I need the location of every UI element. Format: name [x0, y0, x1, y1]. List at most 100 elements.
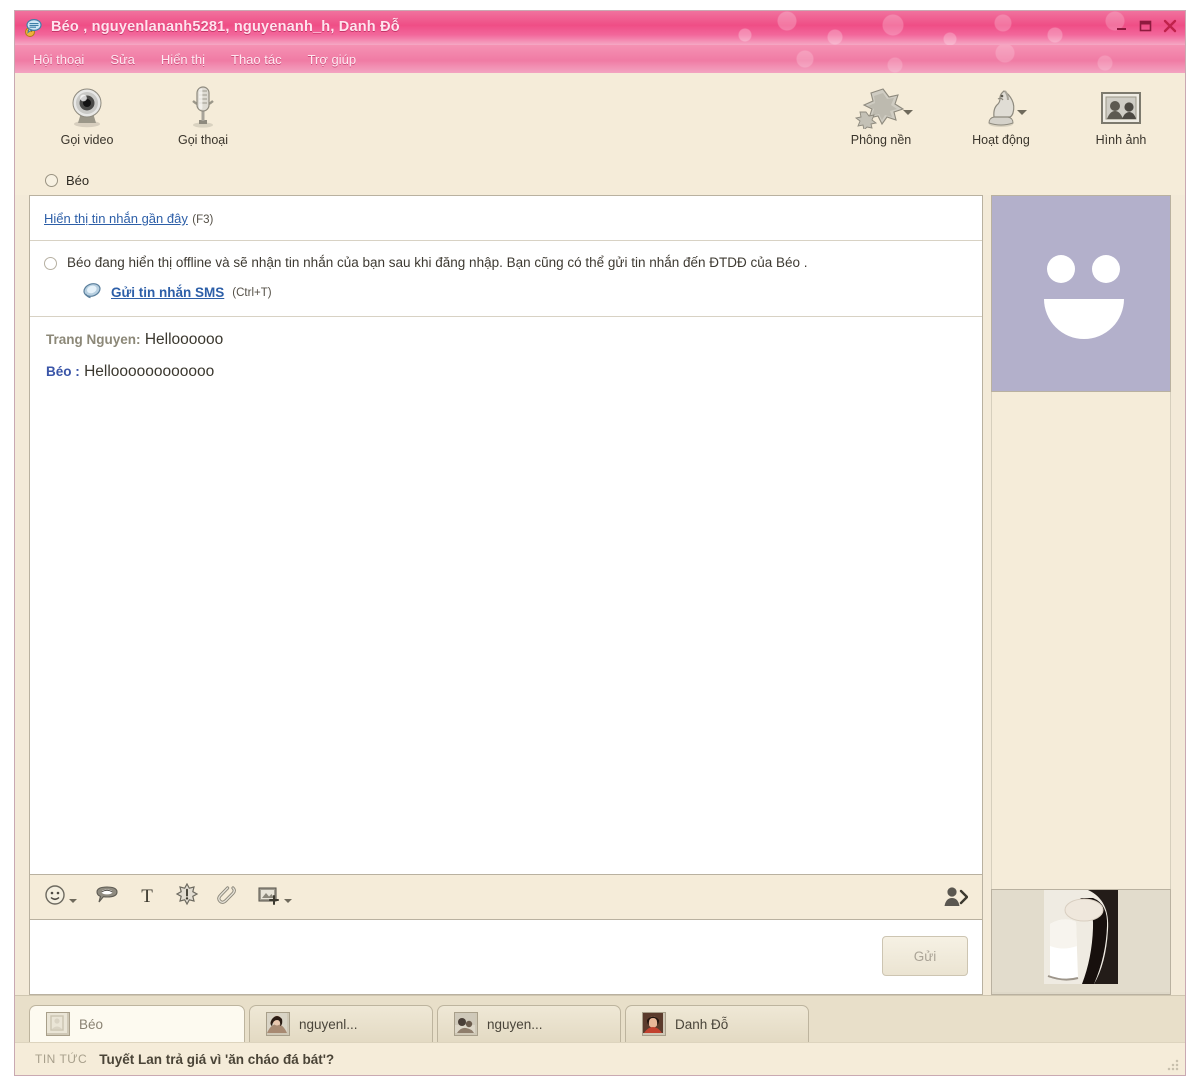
message-text: Helloooooooooooo [84, 363, 214, 380]
menu-item-edit[interactable]: Sửa [110, 52, 135, 67]
invite-contact-icon [942, 896, 968, 913]
images-label: Hình ảnh [1096, 133, 1147, 147]
message-list: Trang Nguyen: Helloooooo Béo : Hellooooo… [30, 317, 982, 381]
menu-item-view[interactable]: Hiển thị [161, 52, 205, 67]
conversation-body: Hiển thị tin nhắn gần đây (F3) Béo đang … [15, 195, 1185, 995]
status-bar: TIN TỨC Tuyết Lan trả giá vì 'ăn cháo đá… [15, 1042, 1185, 1075]
smiley-avatar-placeholder [1016, 231, 1146, 356]
activities-button[interactable]: Hoạt động [959, 81, 1043, 147]
chess-knight-icon [979, 81, 1023, 129]
resize-grip-icon[interactable] [1167, 1059, 1179, 1071]
menu-bar-ornament [765, 45, 1185, 73]
window-title: Béo , nguyenlananh5281, nguyenanh_h, Dan… [51, 19, 400, 35]
font-format-button[interactable]: T [137, 884, 157, 911]
status-offline-icon [45, 174, 58, 187]
message-sender: Béo : [46, 364, 80, 379]
video-call-button[interactable]: Gọi video [45, 81, 129, 147]
offline-notice-text: Béo đang hiển thị offline và sẽ nhận tin… [67, 253, 966, 273]
buzz-star-icon [175, 883, 199, 912]
buzz-bubble-button[interactable] [95, 884, 119, 911]
yahoo-messenger-icon [23, 18, 43, 38]
svg-text:T: T [141, 886, 153, 906]
message-item: Trang Nguyen: Helloooooo [46, 331, 966, 349]
activities-caret-icon[interactable] [1017, 110, 1027, 115]
voice-call-button[interactable]: Gọi thoại [161, 81, 245, 147]
menu-item-actions[interactable]: Thao tác [231, 52, 282, 67]
main-toolbar: Gọi video Gọi thoại [15, 73, 1185, 165]
emoticon-icon [44, 884, 66, 911]
microphone-icon [183, 81, 223, 129]
news-headline[interactable]: Tuyết Lan trả giá vì 'ăn cháo đá bát'? [99, 1052, 334, 1067]
toolbar-right-group: Phông nền Hoạt động [839, 81, 1163, 147]
compose-area: Gửi [29, 919, 983, 995]
photo-avatar-2 [454, 1012, 478, 1036]
tab-danh-do[interactable]: Danh Đỗ [625, 1005, 809, 1042]
leaf-icon [853, 81, 909, 129]
recent-messages-row: Hiển thị tin nhắn gần đây (F3) [30, 196, 982, 241]
message-sender: Trang Nguyen: [46, 332, 141, 347]
activities-label: Hoạt động [972, 133, 1030, 147]
send-file-icon [257, 884, 281, 911]
emoticon-caret-icon[interactable] [69, 899, 77, 903]
message-input[interactable] [30, 920, 882, 994]
right-panel [991, 195, 1171, 995]
contact-photo [992, 890, 1170, 992]
messenger-window: Béo , nguyenlananh5281, nguyenanh_h, Dan… [14, 10, 1186, 1076]
menu-bar: Hội thoại Sửa Hiển thị Thao tác Trợ giúp [15, 45, 1185, 73]
tab-nguyenlananh[interactable]: nguyenl... [249, 1005, 433, 1042]
title-bar: Béo , nguyenlananh5281, nguyenanh_h, Dan… [15, 11, 1185, 45]
blank-avatar [46, 1012, 70, 1036]
tab-nguyenanh[interactable]: nguyen... [437, 1005, 621, 1042]
contact-status-row: Béo [15, 165, 1185, 195]
images-button[interactable]: Hình ảnh [1079, 81, 1163, 147]
send-file-button[interactable] [257, 884, 292, 911]
buzz-button[interactable] [175, 883, 199, 912]
photo-avatar-3 [642, 1012, 666, 1036]
background-button[interactable]: Phông nền [839, 81, 923, 147]
tab-label: nguyenl... [299, 1017, 358, 1032]
close-icon[interactable] [1160, 16, 1179, 35]
webcam-photo-panel[interactable] [991, 889, 1171, 995]
send-button[interactable]: Gửi [882, 936, 968, 976]
webcam-icon [64, 81, 110, 129]
tab-beo[interactable]: Béo [29, 1005, 245, 1042]
menu-item-conversation[interactable]: Hội thoại [33, 52, 84, 67]
emoticon-button[interactable] [44, 884, 77, 911]
invite-contact-button[interactable] [942, 885, 968, 914]
show-recent-messages-link[interactable]: Hiển thị tin nhắn gần đây [44, 211, 188, 226]
message-panel: Hiển thị tin nhắn gần đây (F3) Béo đang … [29, 195, 983, 874]
sms-phone-icon [83, 281, 103, 304]
maximize-icon[interactable] [1136, 16, 1155, 35]
offline-notice-body: Béo đang hiển thị offline và sẽ nhận tin… [67, 253, 966, 304]
attachment-button[interactable] [217, 883, 239, 912]
right-panel-spacer [991, 392, 1171, 889]
recent-messages-shortcut: (F3) [192, 214, 213, 226]
message-text: Helloooooo [145, 331, 223, 348]
offline-notice: Béo đang hiển thị offline và sẽ nhận tin… [30, 241, 982, 317]
notice-bullet-icon [44, 257, 57, 270]
tab-label: Danh Đỗ [675, 1017, 728, 1032]
video-call-label: Gọi video [61, 133, 114, 147]
conversation-tabs: Béo nguyenl... [15, 995, 1185, 1042]
news-label: TIN TỨC [35, 1052, 87, 1066]
contact-avatar-panel[interactable] [991, 195, 1171, 392]
minimize-icon[interactable] [1112, 16, 1131, 35]
tab-label: nguyen... [487, 1017, 543, 1032]
window-controls [1112, 16, 1179, 35]
background-caret-icon[interactable] [903, 110, 913, 115]
voice-call-label: Gọi thoại [178, 133, 228, 147]
send-sms-shortcut: (Ctrl+T) [232, 287, 271, 299]
buzz-bubble-icon [95, 884, 119, 911]
send-file-caret-icon[interactable] [284, 899, 292, 903]
attachment-clip-icon [217, 883, 239, 912]
font-format-icon: T [137, 884, 157, 911]
photo-frame-icon [1098, 81, 1144, 129]
tab-label: Béo [79, 1017, 103, 1032]
menu-item-help[interactable]: Trợ giúp [308, 52, 357, 67]
sms-action-row: Gửi tin nhắn SMS (Ctrl+T) [67, 281, 966, 304]
toolbar-left-group: Gọi video Gọi thoại [15, 73, 245, 147]
contact-status-name: Béo [66, 173, 89, 188]
send-sms-link[interactable]: Gửi tin nhắn SMS [111, 285, 224, 300]
photo-avatar-1 [266, 1012, 290, 1036]
message-item: Béo : Helloooooooooooo [46, 363, 966, 381]
